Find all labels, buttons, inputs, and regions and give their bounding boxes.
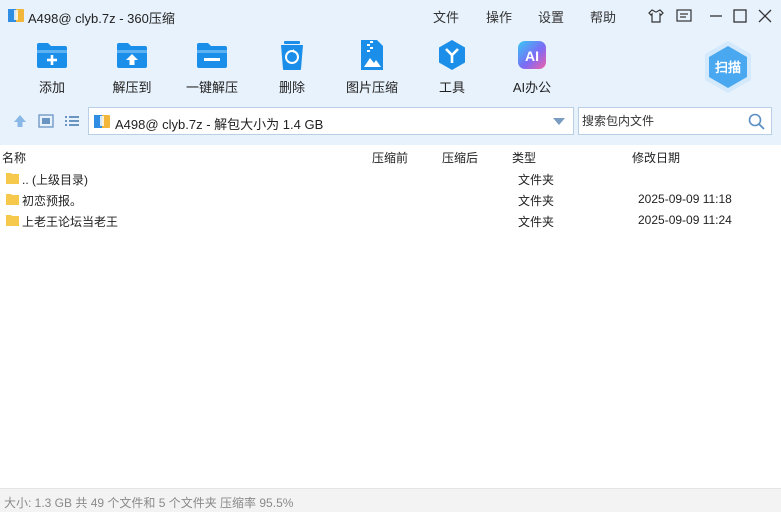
add-button[interactable]: 添加 [17,38,87,98]
skin-shirt-icon[interactable] [646,6,666,26]
menu-operate[interactable]: 操作 [486,7,512,26]
feedback-icon[interactable] [674,6,694,26]
menu-help[interactable]: 帮助 [590,7,616,26]
folder-icon [6,194,19,205]
one-click-extract-icon [197,43,227,68]
thumbnail-view-icon[interactable] [37,113,55,129]
image-compress-button[interactable]: 图片压缩 [337,38,407,98]
svg-text:AI: AI [525,48,539,64]
item-name: .. (上级目录) [22,173,88,187]
menu-file[interactable]: 文件 [433,7,459,26]
item-type: 文件夹 [518,215,555,229]
minimize-icon[interactable] [706,6,726,26]
status-text: 大小: 1.3 GB 共 49 个文件和 5 个文件夹 压缩率 95.5% [4,496,294,510]
image-compress-icon [361,40,383,70]
one-click-extract-button[interactable]: 一键解压 [177,38,247,98]
extract-to-label: 解压到 [112,80,152,95]
close-icon[interactable] [755,6,775,26]
column-type[interactable]: 类型 [512,149,536,166]
scan-label: 扫描 [714,60,741,75]
folder-icon [6,173,19,184]
search-icon[interactable] [748,113,765,130]
ai-office-icon: AI [518,41,546,69]
extract-to-button[interactable]: 解压到 [97,38,167,98]
column-compressed[interactable]: 压缩后 [442,149,478,166]
item-modified: 2025-09-09 11:24 [638,213,732,227]
tools-label: 工具 [438,80,465,95]
menu-settings[interactable]: 设置 [538,7,564,26]
add-folder-icon [37,43,67,68]
window-title: A498@ clyb.7z - 360压缩 [28,11,175,26]
up-level-icon[interactable] [11,113,29,129]
delete-button[interactable]: 删除 [257,38,327,98]
column-packed[interactable]: 压缩前 [372,149,408,166]
list-item[interactable]: 初恋预报。 文件夹 2025-09-09 11:18 [0,189,781,209]
scan-button[interactable]: 扫描 [703,40,753,94]
search-box[interactable] [578,107,772,135]
column-modified[interactable]: 修改日期 [632,149,680,166]
folder-icon [6,215,19,226]
extract-to-icon [117,43,147,68]
tools-button[interactable]: 工具 [417,38,487,98]
one-click-extract-label: 一键解压 [185,80,238,95]
item-name: 初恋预报。 [22,194,83,208]
search-input[interactable] [580,109,740,133]
delete-label: 删除 [278,80,305,95]
maximize-icon[interactable] [730,6,750,26]
title-bar: A498@ clyb.7z - 360压缩 文件 操作 设置 帮助 [0,0,781,32]
column-name[interactable]: 名称 [2,149,26,166]
list-view-icon[interactable] [63,113,81,129]
item-type: 文件夹 [518,173,555,187]
list-item[interactable]: .. (上级目录) 文件夹 [0,168,781,188]
item-modified: 2025-09-09 11:18 [638,192,732,206]
list-header: 名称 压缩前 压缩后 类型 修改日期 [0,146,781,166]
address-bar[interactable]: A498@ clyb.7z - 解包大小为 1.4 GB [88,107,574,135]
recycle-bin-icon [281,41,303,70]
ai-office-button[interactable]: AI AI办公 [497,38,567,98]
add-label: 添加 [38,80,65,95]
item-name: 上老王论坛当老王 [22,215,119,229]
vertical-scrollbar[interactable] [773,146,781,488]
archive-file-icon [94,115,110,128]
item-type: 文件夹 [518,194,555,208]
tools-icon [439,40,465,70]
status-bar: 大小: 1.3 GB 共 49 个文件和 5 个文件夹 压缩率 95.5% [0,488,781,512]
image-compress-label: 图片压缩 [345,80,398,95]
ai-office-label: AI办公 [512,80,552,95]
list-item[interactable]: 上老王论坛当老王 文件夹 2025-09-09 11:24 [0,210,781,230]
address-path: A498@ clyb.7z - 解包大小为 1.4 GB [115,117,324,132]
dropdown-arrow-icon[interactable] [553,118,565,126]
archive-app-icon [8,9,24,22]
